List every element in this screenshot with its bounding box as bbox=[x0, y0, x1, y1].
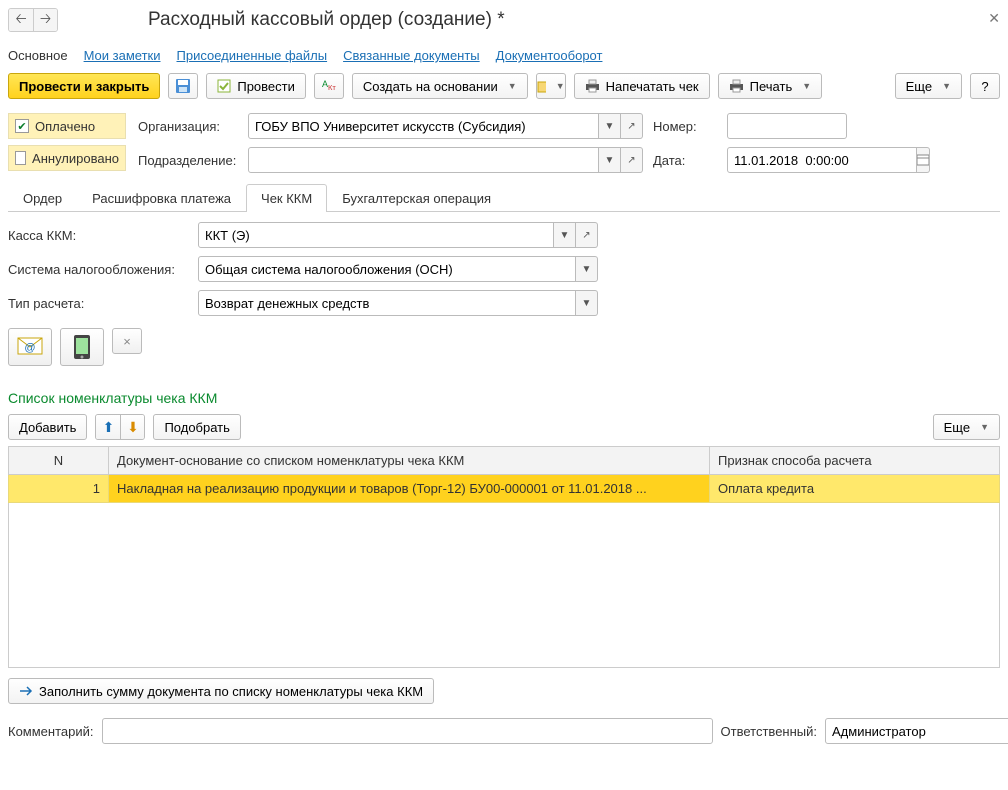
help-button[interactable]: ? bbox=[970, 73, 1000, 99]
dropdown-icon[interactable]: ▼ bbox=[599, 147, 621, 173]
dtkt-button[interactable]: АКт bbox=[314, 73, 344, 99]
dropdown-icon[interactable]: ▼ bbox=[599, 113, 621, 139]
folder-star-icon bbox=[537, 79, 546, 93]
dept-field[interactable]: ▼ ↗ bbox=[248, 147, 643, 173]
post-and-close-button[interactable]: Провести и закрыть bbox=[8, 73, 160, 99]
open-icon[interactable]: ↗ bbox=[576, 222, 598, 248]
page-title: Расходный кассовый ордер (создание) * bbox=[148, 9, 505, 31]
move-down-button[interactable]: ⬇ bbox=[120, 415, 144, 439]
forward-button[interactable]: 🡢 bbox=[33, 9, 57, 31]
open-icon[interactable]: ↗ bbox=[621, 147, 643, 173]
tax-label: Система налогообложения: bbox=[8, 262, 188, 277]
navtab-workflow[interactable]: Документооборот bbox=[496, 48, 603, 63]
svg-text:@: @ bbox=[24, 342, 35, 354]
resp-label: Ответственный: bbox=[721, 724, 817, 739]
open-icon[interactable]: ↗ bbox=[621, 113, 643, 139]
x-icon: × bbox=[123, 334, 131, 349]
calendar-icon[interactable] bbox=[917, 147, 930, 173]
comment-field[interactable] bbox=[102, 718, 713, 744]
back-button[interactable]: 🡠 bbox=[9, 9, 33, 31]
navtab-files[interactable]: Присоединенные файлы bbox=[177, 48, 328, 63]
calc-field[interactable]: ▼ bbox=[198, 290, 598, 316]
kassa-label: Касса ККМ: bbox=[8, 228, 188, 243]
number-field[interactable] bbox=[727, 113, 847, 139]
date-field[interactable] bbox=[727, 147, 927, 173]
paid-flag[interactable]: ✔ Оплачено bbox=[8, 113, 126, 139]
printer-icon bbox=[729, 79, 744, 93]
save-button[interactable] bbox=[168, 73, 198, 99]
calc-label: Тип расчета: bbox=[8, 296, 188, 311]
attach-button[interactable]: ▼ bbox=[536, 73, 566, 99]
col-sign: Признак способа расчета bbox=[710, 447, 1000, 475]
list-title: Список номенклатуры чека ККМ bbox=[8, 390, 1000, 406]
diskette-icon bbox=[175, 78, 191, 94]
tab-check[interactable]: Чек ККМ bbox=[246, 184, 327, 212]
tab-order[interactable]: Ордер bbox=[8, 184, 77, 212]
dropdown-icon[interactable]: ▼ bbox=[554, 222, 576, 248]
move-up-button[interactable]: ⬆ bbox=[96, 415, 120, 439]
create-based-button[interactable]: Создать на основании▼ bbox=[352, 73, 528, 99]
post-button[interactable]: Провести bbox=[206, 73, 306, 99]
print-check-button[interactable]: Напечатать чек bbox=[574, 73, 710, 99]
dropdown-icon[interactable]: ▼ bbox=[576, 290, 598, 316]
col-doc: Документ-основание со списком номенклату… bbox=[109, 447, 710, 475]
fill-sum-button[interactable]: Заполнить сумму документа по списку номе… bbox=[8, 678, 434, 704]
tax-field[interactable]: ▼ bbox=[198, 256, 598, 282]
navtab-linked[interactable]: Связанные документы bbox=[343, 48, 480, 63]
kassa-field[interactable]: ▼ ↗ bbox=[198, 222, 598, 248]
printer-icon bbox=[585, 79, 600, 93]
post-icon bbox=[217, 79, 231, 93]
table-empty-area bbox=[8, 503, 1000, 668]
void-flag[interactable]: Аннулировано bbox=[8, 145, 126, 171]
number-label: Номер: bbox=[653, 119, 717, 134]
tab-payment[interactable]: Расшифровка платежа bbox=[77, 184, 246, 212]
navtab-notes[interactable]: Мои заметки bbox=[84, 48, 161, 63]
dept-label: Подразделение: bbox=[138, 153, 238, 168]
list-more-button[interactable]: Еще▼ bbox=[933, 414, 1000, 440]
more-button[interactable]: Еще▼ bbox=[895, 73, 962, 99]
email-button[interactable]: @ bbox=[8, 328, 52, 366]
org-label: Организация: bbox=[138, 119, 238, 134]
question-icon: ? bbox=[981, 79, 988, 94]
tab-accounting[interactable]: Бухгалтерская операция bbox=[327, 184, 506, 212]
items-table[interactable]: N Документ-основание со списком номенкла… bbox=[8, 446, 1000, 503]
email-icon: @ bbox=[17, 337, 43, 357]
clear-button[interactable]: × bbox=[112, 328, 142, 354]
close-icon[interactable]: ✕ bbox=[988, 10, 1000, 27]
nav-back-forward[interactable]: 🡠 🡢 bbox=[8, 8, 58, 32]
sms-button[interactable] bbox=[60, 328, 104, 366]
pick-button[interactable]: Подобрать bbox=[153, 414, 240, 440]
table-row[interactable]: 1 Накладная на реализацию продукции и то… bbox=[9, 475, 1000, 503]
print-button[interactable]: Печать▼ bbox=[718, 73, 823, 99]
date-label: Дата: bbox=[653, 153, 717, 168]
comment-label: Комментарий: bbox=[8, 724, 94, 739]
add-button[interactable]: Добавить bbox=[8, 414, 87, 440]
dtkt-icon: АКт bbox=[322, 81, 336, 91]
col-n: N bbox=[9, 447, 109, 475]
resp-field[interactable]: ▼ ↗ bbox=[825, 718, 1000, 744]
fill-right-icon bbox=[19, 685, 33, 697]
dropdown-icon[interactable]: ▼ bbox=[576, 256, 598, 282]
org-field[interactable]: ▼ ↗ bbox=[248, 113, 643, 139]
checkbox-icon bbox=[15, 151, 26, 165]
phone-icon bbox=[73, 334, 91, 360]
navtab-main[interactable]: Основное bbox=[8, 48, 68, 63]
checkbox-checked-icon: ✔ bbox=[15, 119, 29, 133]
